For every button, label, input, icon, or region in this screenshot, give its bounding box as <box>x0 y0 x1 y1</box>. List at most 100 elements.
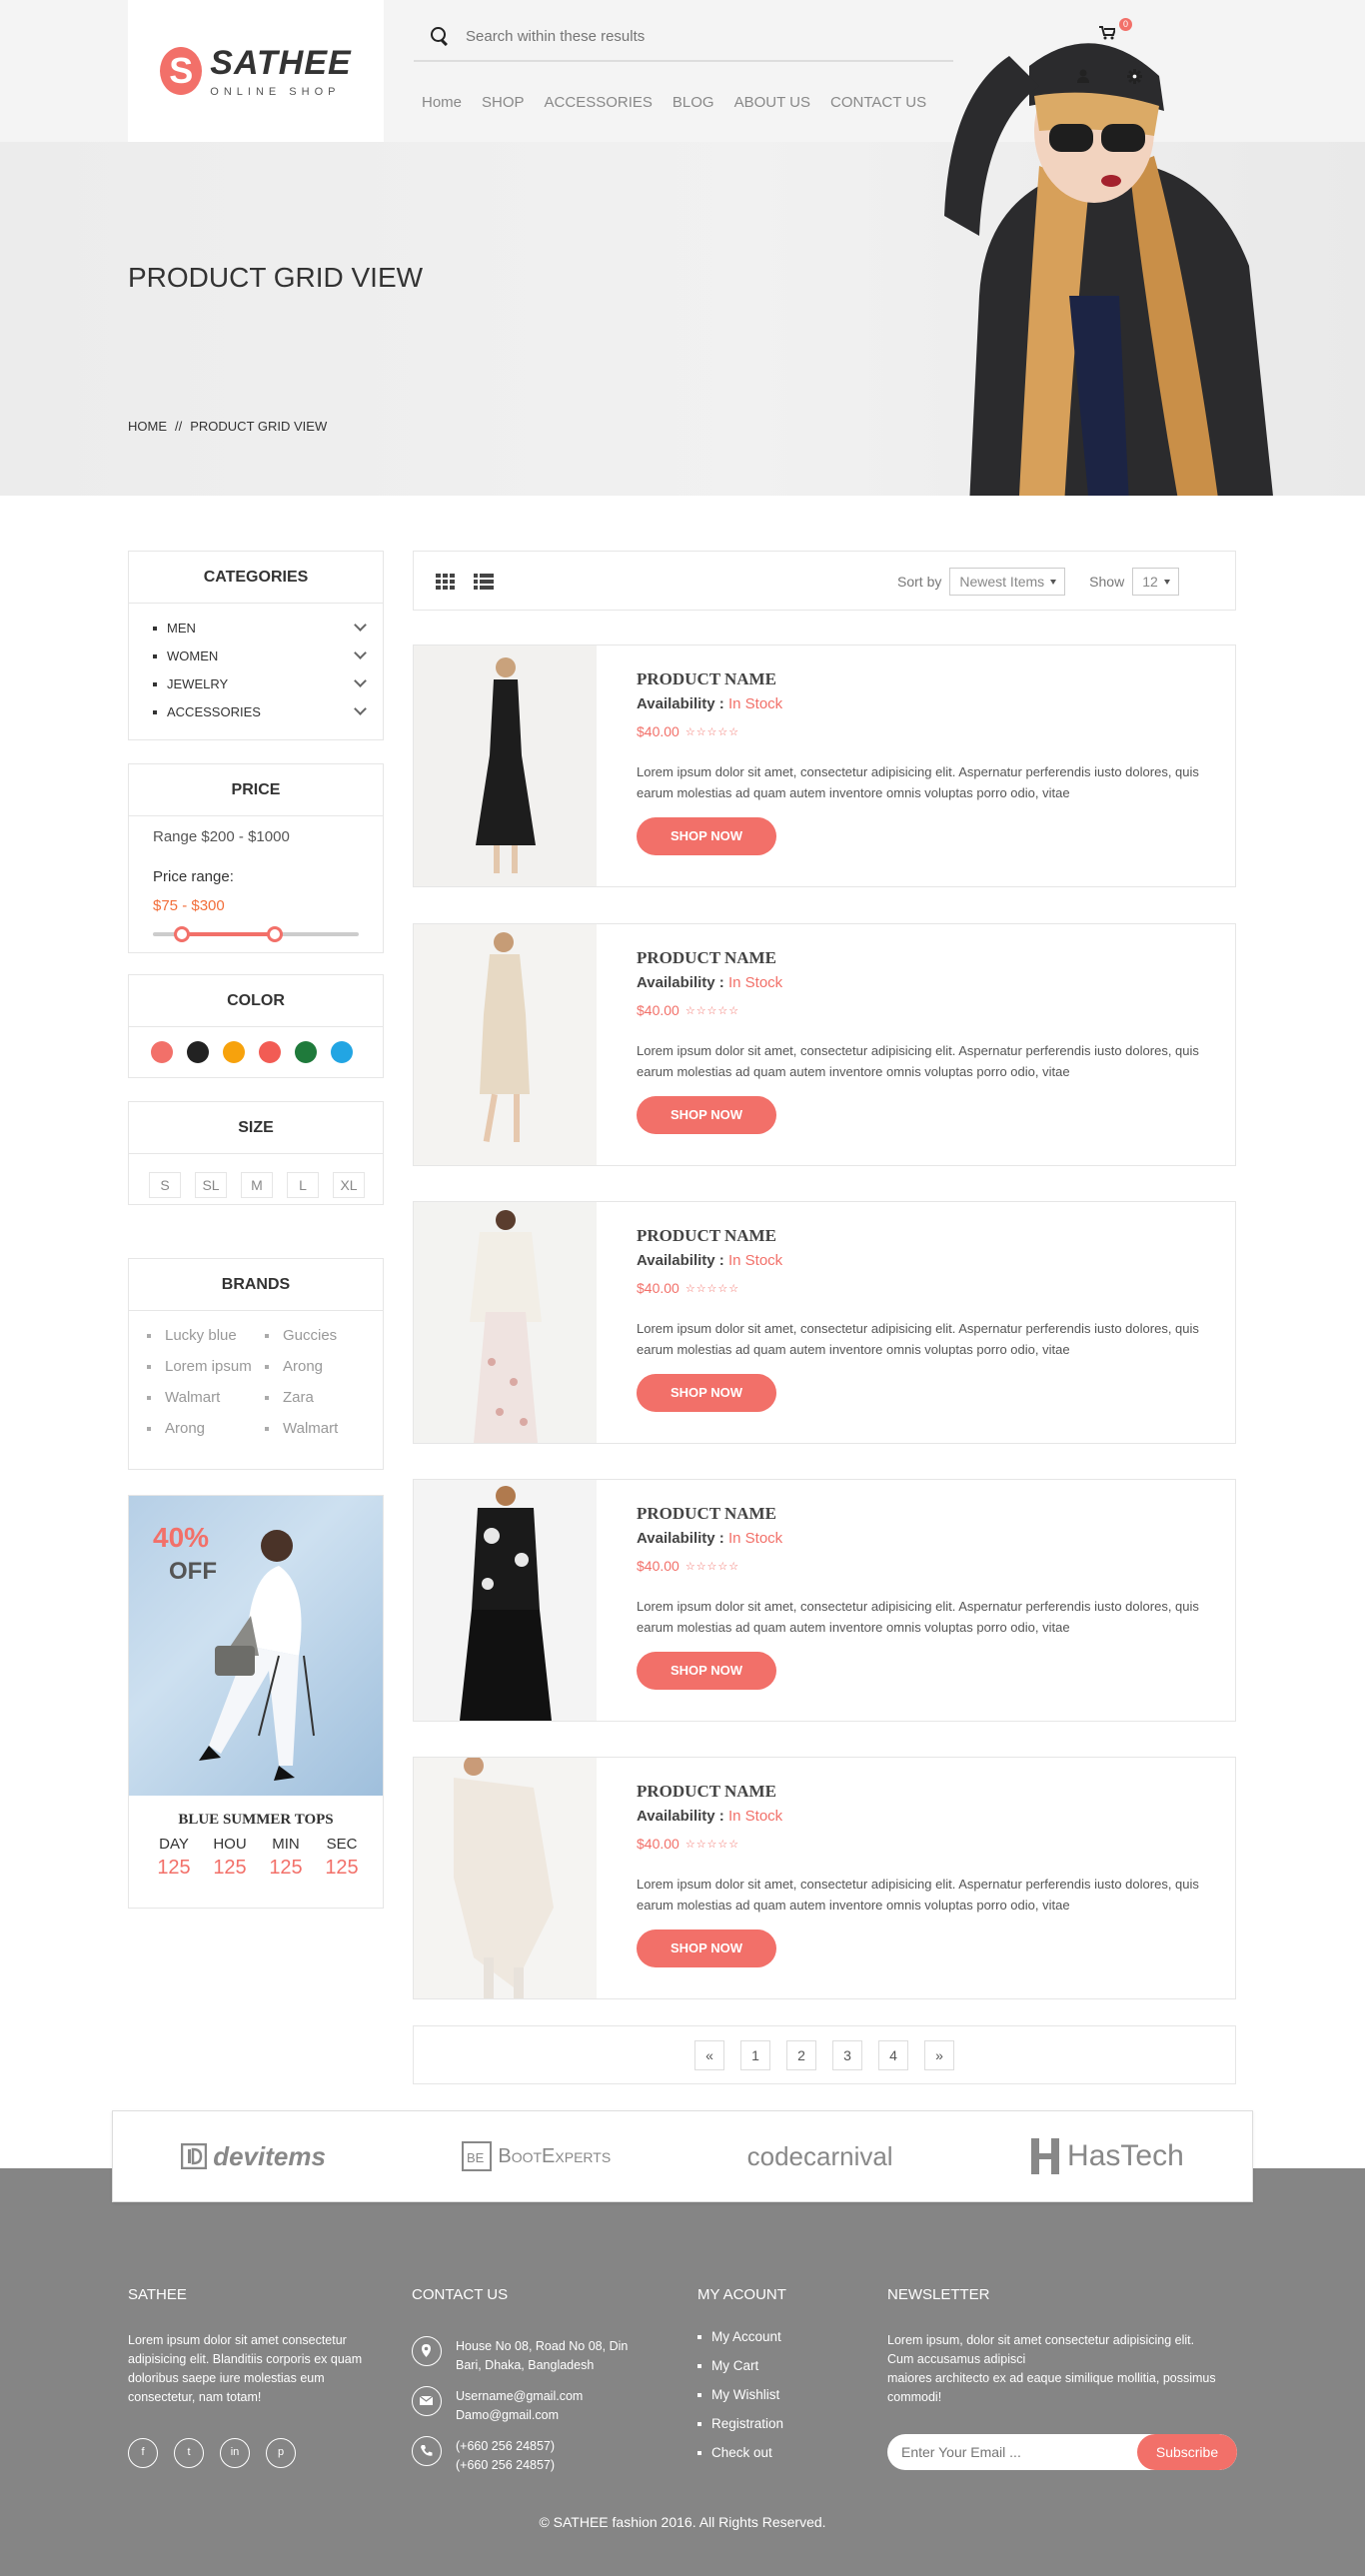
nav-contact-us[interactable]: CONTACT US <box>830 94 926 111</box>
list-view-icon[interactable] <box>474 574 494 590</box>
newsletter-email-input[interactable] <box>887 2434 1127 2470</box>
size-option[interactable]: S <box>149 1172 181 1198</box>
facebook-icon[interactable]: f <box>128 2438 158 2468</box>
cart-icon[interactable] <box>1099 26 1115 40</box>
shop-now-button[interactable]: SHOP NOW <box>637 1374 776 1412</box>
product-price: $40.00 <box>637 1002 680 1018</box>
nav-home[interactable]: Home <box>422 94 462 111</box>
product-price: $40.00 <box>637 1280 680 1296</box>
category-women[interactable]: WOMEN <box>153 642 367 669</box>
shop-now-button[interactable]: SHOP NOW <box>637 1096 776 1134</box>
footer-link-my-cart[interactable]: My Cart <box>697 2358 786 2387</box>
sort-select[interactable]: Newest Items <box>949 568 1066 596</box>
footer-link-check-out[interactable]: Check out <box>697 2445 786 2474</box>
size-option[interactable]: M <box>241 1172 273 1198</box>
product-name[interactable]: PRODUCT NAME <box>637 669 776 689</box>
brand-item[interactable]: Walmart <box>147 1389 265 1406</box>
product-toolbar: Sort by Newest Items Show 12 <box>413 551 1236 611</box>
chevron-down-icon[interactable] <box>354 646 367 659</box>
contact-email-1[interactable]: Username@gmail.com <box>456 2387 583 2406</box>
nav-shop[interactable]: SHOP <box>482 94 525 111</box>
category-jewelry[interactable]: JEWELRY <box>153 669 367 697</box>
brand-item[interactable]: Lucky blue <box>147 1327 265 1344</box>
chevron-down-icon[interactable] <box>354 619 367 632</box>
category-men[interactable]: MEN <box>153 614 367 642</box>
page-3[interactable]: 3 <box>832 2039 862 2070</box>
dribbble-icon[interactable]: in <box>220 2438 250 2468</box>
size-option[interactable]: XL <box>333 1172 365 1198</box>
page-4[interactable]: 4 <box>878 2039 908 2070</box>
color-swatch[interactable] <box>259 1041 281 1063</box>
footer-link-my-wishlist[interactable]: My Wishlist <box>697 2387 786 2416</box>
page-prev[interactable]: « <box>694 2039 724 2070</box>
color-swatch[interactable] <box>151 1041 173 1063</box>
logo-mark: S <box>160 47 203 95</box>
brand-logo-bootexperts[interactable]: BE BootExperts <box>462 2141 611 2171</box>
brand-item[interactable]: Guccies <box>265 1327 383 1344</box>
color-swatch[interactable] <box>187 1041 209 1063</box>
logo[interactable]: S SATHEE ONLINE SHOP <box>128 0 384 142</box>
product-name[interactable]: PRODUCT NAME <box>637 1782 776 1802</box>
subscribe-button[interactable]: Subscribe <box>1137 2434 1237 2470</box>
chevron-down-icon[interactable] <box>354 674 367 687</box>
search-input[interactable] <box>466 27 925 45</box>
slider-handle-max[interactable] <box>266 926 283 942</box>
shop-now-button[interactable]: SHOP NOW <box>637 1652 776 1690</box>
gear-icon[interactable] <box>1127 69 1142 84</box>
size-option[interactable]: L <box>287 1172 319 1198</box>
brand-item[interactable]: Zara <box>265 1389 383 1406</box>
pinterest-icon[interactable]: p <box>266 2438 296 2468</box>
contact-email-2[interactable]: Damo@gmail.com <box>456 2406 583 2425</box>
footer-link-registration[interactable]: Registration <box>697 2416 786 2445</box>
color-swatch[interactable] <box>295 1041 317 1063</box>
search-icon[interactable] <box>430 26 450 46</box>
slider-handle-min[interactable] <box>173 926 190 942</box>
product-image[interactable] <box>414 924 597 1165</box>
product-name[interactable]: PRODUCT NAME <box>637 1504 776 1524</box>
shop-now-button[interactable]: SHOP NOW <box>637 817 776 855</box>
size-option[interactable]: SL <box>195 1172 227 1198</box>
brand-item[interactable]: Lorem ipsum <box>147 1358 265 1375</box>
nav-about-us[interactable]: ABOUT US <box>734 94 810 111</box>
contact-phone-2[interactable]: (+660 256 24857) <box>456 2456 555 2475</box>
contact-phone-1[interactable]: (+660 256 24857) <box>456 2437 555 2456</box>
chevron-down-icon[interactable] <box>354 702 367 715</box>
brand-item[interactable]: Arong <box>147 1420 265 1437</box>
page-1[interactable]: 1 <box>740 2039 770 2070</box>
footer-account: MY ACOUNT My Account My Cart My Wishlist… <box>697 2286 786 2474</box>
product-image[interactable] <box>414 645 597 886</box>
footer-contact-title: CONTACT US <box>412 2286 509 2303</box>
product-name[interactable]: PRODUCT NAME <box>637 1226 776 1246</box>
color-swatch[interactable] <box>331 1041 353 1063</box>
brand-logo-hastech[interactable]: HasTech <box>1029 2136 1184 2176</box>
promo-title: BLUE SUMMER TOPS <box>178 1812 334 1828</box>
grid-view-icon[interactable] <box>436 574 456 590</box>
show-select[interactable]: 12 <box>1132 568 1179 596</box>
user-icon[interactable] <box>1076 69 1090 83</box>
svg-text:BE: BE <box>467 2150 485 2165</box>
nav-blog[interactable]: BLOG <box>673 94 714 111</box>
page-2[interactable]: 2 <box>786 2039 816 2070</box>
page-title: PRODUCT GRID VIEW <box>128 262 424 293</box>
brand-logo-devitems[interactable]: devitems <box>181 2141 326 2172</box>
breadcrumb-home[interactable]: HOME <box>128 419 167 434</box>
product-image[interactable] <box>414 1758 597 1998</box>
countdown-value-min: 125 <box>269 1857 303 1879</box>
twitter-icon[interactable]: t <box>174 2438 204 2468</box>
product-name[interactable]: PRODUCT NAME <box>637 948 776 968</box>
rating-stars-icon: ☆☆☆☆☆ <box>684 1560 740 1573</box>
page-next[interactable]: » <box>924 2039 954 2070</box>
color-swatch[interactable] <box>223 1041 245 1063</box>
shop-now-button[interactable]: SHOP NOW <box>637 1930 776 1967</box>
nav-accessories[interactable]: ACCESSORIES <box>545 94 653 111</box>
product-image[interactable] <box>414 1480 597 1721</box>
footer-link-my-account[interactable]: My Account <box>697 2329 786 2358</box>
product-image[interactable] <box>414 1202 597 1443</box>
brand-item[interactable]: Arong <box>265 1358 383 1375</box>
brand-logo-codecarnival[interactable]: codecarnival <box>747 2141 893 2172</box>
stock-status: In Stock <box>727 974 783 991</box>
promo-banner[interactable]: 40% OFF BLUE SUMMER TOPS DAY 125 HOU 125 M… <box>128 1495 384 1909</box>
category-accessories[interactable]: ACCESSORIES <box>153 697 367 725</box>
price-slider[interactable] <box>153 924 359 944</box>
brand-item[interactable]: Walmart <box>265 1420 383 1437</box>
